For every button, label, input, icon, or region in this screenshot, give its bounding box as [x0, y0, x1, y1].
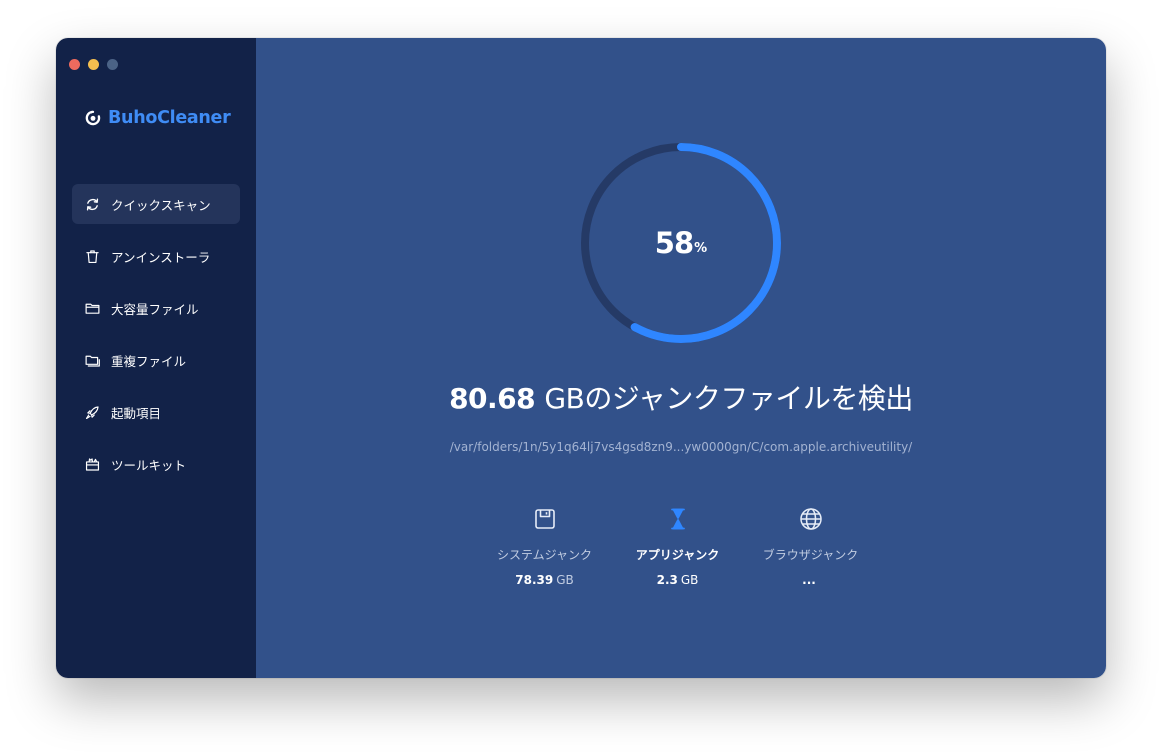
scan-current-path: /var/folders/1n/5y1q64lj7vs4gsd8zn9...yw… [449, 440, 913, 454]
duplicate-folder-icon [85, 355, 100, 367]
category-value-number: 78.39 [515, 573, 554, 587]
category-value: 78.39 GB [515, 573, 574, 587]
category-label: アプリジャンク [635, 548, 720, 562]
category-app-junk: アプリジャンク 2.3 GB [611, 506, 744, 587]
trash-icon [86, 249, 99, 263]
sidebar-item-label: ツールキット [111, 457, 187, 473]
disk-icon [534, 509, 555, 529]
category-value: 2.3 GB [657, 573, 699, 587]
brand-name: BuhoCleaner [108, 108, 231, 128]
junk-categories: システムジャンク 78.39 GB アプリジャンク 2.3 GB ブラウザジャン… [478, 506, 878, 587]
category-value-number: ... [802, 573, 816, 587]
category-label: ブラウザジャンク [762, 548, 859, 562]
zoom-window-button[interactable] [107, 59, 118, 70]
sidebar-item-large-files[interactable]: 大容量ファイル [72, 288, 240, 328]
rocket-icon [85, 405, 99, 419]
window-controls [69, 59, 118, 70]
scan-result-text: のジャンクファイルを検出 [584, 382, 913, 415]
category-value-unit: GB [556, 573, 574, 587]
category-system-junk: システムジャンク 78.39 GB [478, 506, 611, 587]
progress-percent-value: 58 [654, 226, 694, 260]
sidebar-item-label: クイックスキャン [111, 197, 211, 213]
toolbox-icon [85, 457, 100, 471]
sidebar-item-duplicates[interactable]: 重複ファイル [72, 340, 240, 380]
minimize-window-button[interactable] [88, 59, 99, 70]
sidebar-item-label: 重複ファイル [111, 353, 187, 369]
sidebar-nav: クイックスキャン アンインストーラ 大容量ファイル 重複ファイル 起動項目 ツー… [72, 184, 240, 496]
sidebar-item-label: アンインストーラ [111, 249, 211, 265]
sidebar: BuhoCleaner クイックスキャン アンインストーラ 大容量ファイル 重複… [56, 38, 256, 678]
close-window-button[interactable] [69, 59, 80, 70]
sidebar-item-label: 大容量ファイル [111, 301, 199, 317]
scan-total-size: 80.68 [449, 382, 536, 415]
globe-icon [799, 508, 822, 530]
folder-icon [85, 303, 100, 314]
category-value-unit: GB [680, 573, 699, 587]
sidebar-item-toolkit[interactable]: ツールキット [72, 444, 240, 484]
category-value: ... [802, 573, 819, 587]
progress-percent: 58 % [581, 143, 781, 343]
category-value-number: 2.3 [656, 573, 678, 587]
sidebar-item-uninstaller[interactable]: アンインストーラ [72, 236, 240, 276]
refresh-icon [86, 198, 99, 210]
sidebar-item-startup[interactable]: 起動項目 [72, 392, 240, 432]
main-panel: 58 % 80.68 GBのジャンクファイルを検出 /var/folders/1… [256, 38, 1106, 678]
progress-ring: 58 % [581, 143, 781, 343]
scan-total-unit: GB [544, 382, 585, 415]
app-window: BuhoCleaner クイックスキャン アンインストーラ 大容量ファイル 重複… [56, 38, 1106, 678]
brand: BuhoCleaner [84, 108, 231, 128]
buho-logo-icon [85, 110, 101, 126]
sidebar-item-quick-scan[interactable]: クイックスキャン [72, 184, 240, 224]
category-label: システムジャンク [496, 548, 593, 562]
hourglass-icon [670, 508, 685, 530]
progress-percent-sign: % [694, 240, 708, 256]
sidebar-item-label: 起動項目 [111, 405, 162, 421]
category-browser-junk: ブラウザジャンク ... [744, 506, 877, 587]
scan-result-headline: 80.68 GBのジャンクファイルを検出 [256, 377, 1106, 417]
